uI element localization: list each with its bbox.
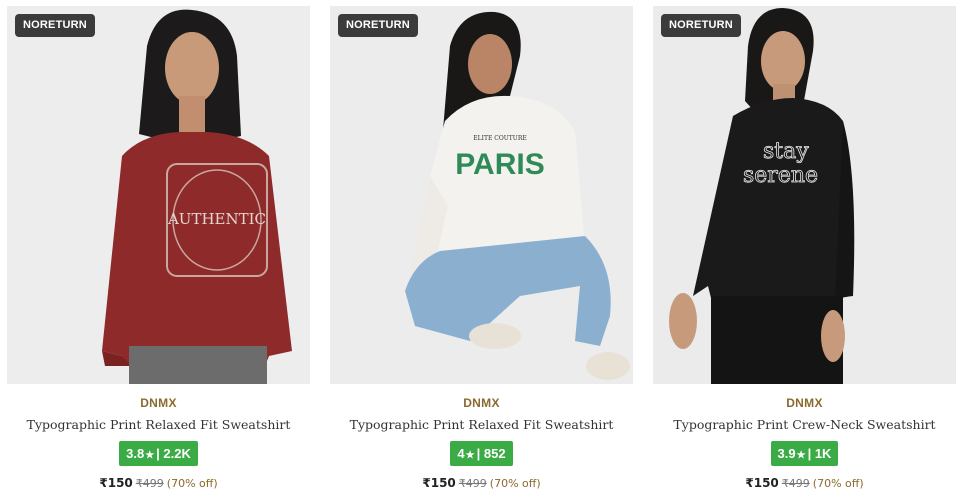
product-card[interactable]: stay serene NORETURN DNMX Typographic Pr… xyxy=(653,6,956,498)
rating-value: 3.8 xyxy=(126,446,145,461)
rating-row: 3.8★ | 2.2K xyxy=(7,441,310,466)
rating-row: 4★ | 852 xyxy=(330,441,633,466)
original-price: ₹499 xyxy=(781,477,810,490)
rating-count: 2.2K xyxy=(163,446,191,461)
product-title[interactable]: Typographic Print Relaxed Fit Sweatshirt xyxy=(330,417,633,432)
original-price: ₹499 xyxy=(458,477,487,490)
rating-count: 852 xyxy=(483,446,506,461)
original-price: ₹499 xyxy=(135,477,164,490)
discount-text: (70% off) xyxy=(812,477,864,490)
star-icon: ★ xyxy=(796,450,806,461)
selling-price: ₹150 xyxy=(745,476,779,490)
noreturn-badge: NORETURN xyxy=(15,14,95,37)
product-title[interactable]: Typographic Print Relaxed Fit Sweatshirt xyxy=(7,417,310,432)
svg-text:AUTHENTIC: AUTHENTIC xyxy=(167,210,266,228)
selling-price: ₹150 xyxy=(422,476,456,490)
product-photo: stay serene xyxy=(653,6,956,384)
price-row: ₹150 ₹499 (70% off) xyxy=(653,476,956,490)
price-row: ₹150 ₹499 (70% off) xyxy=(7,476,310,490)
product-photo: AUTHENTIC xyxy=(7,6,310,384)
discount-text: (70% off) xyxy=(489,477,541,490)
rating-badge: 3.8★ | 2.2K xyxy=(119,441,198,466)
product-brand: DNMX xyxy=(140,396,177,410)
product-image[interactable]: AUTHENTIC NORETURN xyxy=(7,6,310,384)
rating-value: 4 xyxy=(457,446,465,461)
product-card[interactable]: AUTHENTIC NORETURN DNMX Typographic Prin… xyxy=(7,6,310,498)
svg-text:stay: stay xyxy=(763,139,809,164)
star-icon: ★ xyxy=(465,450,475,461)
product-image[interactable]: stay serene NORETURN xyxy=(653,6,956,384)
rating-count: 1K xyxy=(814,446,832,461)
selling-price: ₹150 xyxy=(99,476,133,490)
product-photo: PARIS ELITE COUTURE xyxy=(330,6,633,384)
product-title[interactable]: Typographic Print Crew-Neck Sweatshirt xyxy=(653,417,956,432)
product-image[interactable]: PARIS ELITE COUTURE NORETURN xyxy=(330,6,633,384)
svg-text:PARIS: PARIS xyxy=(455,148,544,181)
rating-row: 3.9★ | 1K xyxy=(653,441,956,466)
noreturn-badge: NORETURN xyxy=(661,14,741,37)
svg-text:serene: serene xyxy=(743,163,818,188)
product-brand: DNMX xyxy=(786,396,823,410)
discount-text: (70% off) xyxy=(166,477,218,490)
product-grid: AUTHENTIC NORETURN DNMX Typographic Prin… xyxy=(0,0,958,503)
star-icon: ★ xyxy=(145,450,155,461)
noreturn-badge: NORETURN xyxy=(338,14,418,37)
product-card[interactable]: PARIS ELITE COUTURE NORETURN DNMX Typogr… xyxy=(330,6,633,498)
svg-text:ELITE COUTURE: ELITE COUTURE xyxy=(473,135,527,142)
rating-badge: 4★ | 852 xyxy=(450,441,513,466)
price-row: ₹150 ₹499 (70% off) xyxy=(330,476,633,490)
rating-value: 3.9 xyxy=(777,446,796,461)
product-brand: DNMX xyxy=(463,396,500,410)
rating-badge: 3.9★ | 1K xyxy=(770,441,839,466)
